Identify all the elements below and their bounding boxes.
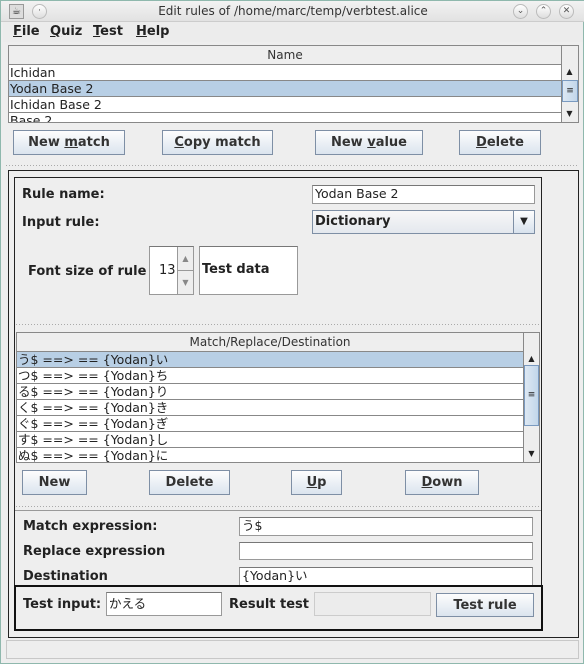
scroll-down-icon[interactable]: ▼ <box>562 108 577 120</box>
table-row[interactable]: Ichidan Base 2 <box>9 97 561 113</box>
column-header-name[interactable]: Name <box>9 46 561 65</box>
input-rule-combobox[interactable]: Dictionary ▼ <box>312 210 535 234</box>
delete-rule-button[interactable]: Delete <box>459 130 541 155</box>
copy-match-button[interactable]: Copy match <box>162 130 273 155</box>
destination-input[interactable]: {Yodan}い <box>239 567 533 585</box>
menu-test[interactable]: Test <box>93 24 123 39</box>
result-test-label: Result test <box>229 597 309 612</box>
table-row[interactable]: る$ ==> == {Yodan}り <box>17 384 523 400</box>
replace-expression-label: Replace expression <box>23 544 166 559</box>
divider <box>15 510 541 511</box>
new-value-button[interactable]: New value <box>315 130 423 155</box>
match-expression-input[interactable]: う$ <box>239 517 533 536</box>
menu-file[interactable]: File <box>13 24 40 39</box>
down-button[interactable]: Down <box>405 470 479 495</box>
spinner-down-icon[interactable]: ▼ <box>177 271 193 294</box>
scroll-up-icon[interactable]: ▲ <box>524 353 539 365</box>
table-row[interactable]: す$ ==> == {Yodan}し <box>17 432 523 448</box>
menu-quiz[interactable]: Quiz <box>50 24 82 39</box>
rule-name-label: Rule name: <box>22 187 105 202</box>
scroll-thumb[interactable]: ≡ <box>524 365 539 426</box>
match-table: Match/Replace/Destination う$ ==> == {Yod… <box>16 332 540 463</box>
font-size-label: Font size of rule <box>28 264 147 279</box>
table-row[interactable]: Base 2 <box>9 113 561 122</box>
title-bar: ☕ · Edit rules of /home/marc/temp/verbte… <box>1 1 584 22</box>
minimize-button[interactable]: ⌄ <box>513 4 528 19</box>
new-match-button[interactable]: New match <box>13 130 125 155</box>
match-expression-label: Match expression: <box>23 519 158 534</box>
maximize-button[interactable]: ⌃ <box>536 4 551 19</box>
up-button[interactable]: Up <box>291 470 342 495</box>
close-button[interactable]: ✕ <box>559 4 574 19</box>
table-row[interactable]: ぬ$ ==> == {Yodan}に <box>17 448 523 462</box>
combobox-value: Dictionary <box>315 214 391 229</box>
menu-help[interactable]: Help <box>136 24 169 39</box>
table-row[interactable]: く$ ==> == {Yodan}き <box>17 400 523 416</box>
new-button[interactable]: New <box>22 470 87 495</box>
font-size-spinner[interactable]: 13 ▲ ▼ <box>149 246 194 295</box>
scroll-up-icon[interactable]: ▲ <box>562 66 577 78</box>
split-divider[interactable] <box>15 505 541 509</box>
chevron-down-icon[interactable]: ▼ <box>513 211 534 233</box>
test-input-label: Test input: <box>23 597 102 612</box>
scroll-thumb[interactable]: ≡ <box>562 80 578 103</box>
table-row[interactable]: つ$ ==> == {Yodan}ち <box>17 368 523 384</box>
spinner-value: 13 <box>159 263 176 278</box>
replace-expression-input[interactable] <box>239 542 533 560</box>
split-divider[interactable] <box>5 164 578 168</box>
test-rule-button[interactable]: Test rule <box>436 593 534 617</box>
rules-scrollbar[interactable]: ▲ ≡ ▼ <box>561 46 578 122</box>
menu-bar: File Quiz Test Help <box>3 22 583 42</box>
column-header-match[interactable]: Match/Replace/Destination <box>17 333 523 352</box>
table-row[interactable]: ぐ$ ==> == {Yodan}ぎ <box>17 416 523 432</box>
table-row[interactable]: Ichidan <box>9 65 561 81</box>
table-row[interactable]: Yodan Base 2 <box>9 81 561 97</box>
spinner-up-icon[interactable]: ▲ <box>177 247 193 271</box>
result-test-output <box>314 592 431 616</box>
match-scrollbar[interactable]: ▲ ≡ ▼ <box>523 333 539 462</box>
destination-label: Destination <box>23 569 108 584</box>
window: ☕ · Edit rules of /home/marc/temp/verbte… <box>0 0 584 664</box>
test-input[interactable]: かえる <box>106 592 222 616</box>
split-divider[interactable] <box>15 323 541 327</box>
destination-row: Destination {Yodan}い <box>15 567 541 585</box>
scroll-down-icon[interactable]: ▼ <box>524 448 539 460</box>
input-rule-label: Input rule: <box>22 215 100 230</box>
test-data-area[interactable]: Test data <box>199 246 298 295</box>
rules-table: Name Ichidan Yodan Base 2 Ichidan Base 2 Ba… <box>8 45 579 123</box>
rule-name-input[interactable]: Yodan Base 2 <box>312 185 535 204</box>
status-bar <box>6 640 579 659</box>
window-title: Edit rules of /home/marc/temp/verbtest.a… <box>158 4 428 18</box>
delete-button[interactable]: Delete <box>149 470 230 495</box>
table-row[interactable]: う$ ==> == {Yodan}い <box>17 352 523 368</box>
